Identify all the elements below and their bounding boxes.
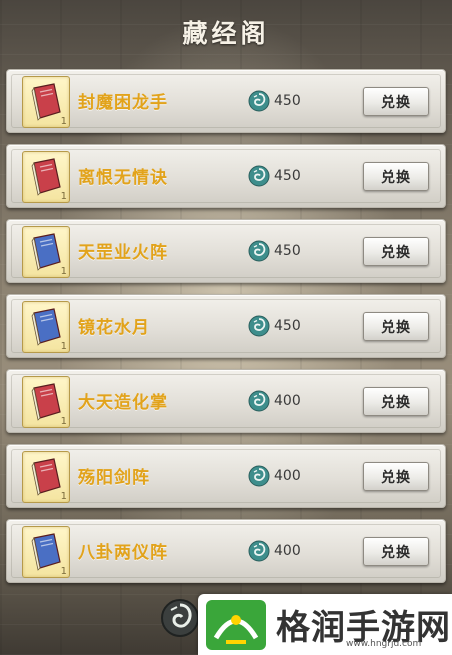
watermark-url: www.hngrjd.com bbox=[346, 639, 422, 649]
spirit-currency-icon bbox=[248, 240, 270, 262]
item-cost: 400 bbox=[248, 540, 301, 562]
watermark: 格润手游网 www.hngrjd.com bbox=[198, 594, 452, 655]
item-name: 镜花水月 bbox=[78, 318, 150, 338]
book-count: 1 bbox=[60, 116, 67, 127]
book-slot: 1 bbox=[22, 301, 70, 353]
book-slot: 1 bbox=[22, 151, 70, 203]
item-cost: 450 bbox=[248, 165, 301, 187]
book-icon bbox=[31, 158, 61, 196]
item-price: 400 bbox=[274, 468, 301, 484]
exchange-button[interactable]: 兑换 bbox=[363, 237, 429, 266]
item-name: 离恨无情诀 bbox=[78, 168, 168, 188]
page-title: 藏经阁 bbox=[182, 19, 270, 48]
exchange-row: 1 天罡业火阵 450 兑换 bbox=[6, 219, 446, 283]
spirit-currency-icon bbox=[248, 90, 270, 112]
spirit-currency-icon bbox=[161, 599, 199, 637]
book-count: 1 bbox=[60, 491, 67, 502]
book-count: 1 bbox=[60, 266, 67, 277]
exchange-button[interactable]: 兑换 bbox=[363, 312, 429, 341]
item-price: 450 bbox=[274, 318, 301, 334]
book-slot: 1 bbox=[22, 226, 70, 278]
spirit-currency-icon bbox=[248, 540, 270, 562]
item-name: 天罡业火阵 bbox=[78, 243, 168, 263]
item-price: 400 bbox=[274, 393, 301, 409]
book-slot: 1 bbox=[22, 76, 70, 128]
book-slot: 1 bbox=[22, 451, 70, 503]
spirit-currency-icon bbox=[248, 390, 270, 412]
item-name: 八卦两仪阵 bbox=[78, 543, 168, 563]
spirit-currency-icon bbox=[248, 165, 270, 187]
book-icon bbox=[31, 533, 61, 571]
spirit-currency-icon bbox=[248, 315, 270, 337]
exchange-row: 1 殇阳剑阵 400 兑换 bbox=[6, 444, 446, 508]
exchange-button[interactable]: 兑换 bbox=[363, 537, 429, 566]
spirit-currency-icon bbox=[248, 465, 270, 487]
item-cost: 450 bbox=[248, 240, 301, 262]
item-price: 450 bbox=[274, 168, 301, 184]
item-cost: 400 bbox=[248, 465, 301, 487]
book-count: 1 bbox=[60, 416, 67, 427]
book-count: 1 bbox=[60, 566, 67, 577]
book-icon bbox=[31, 233, 61, 271]
item-price: 400 bbox=[274, 543, 301, 559]
item-name: 大天造化掌 bbox=[78, 393, 168, 413]
book-slot: 1 bbox=[22, 526, 70, 578]
exchange-row: 1 镜花水月 450 兑换 bbox=[6, 294, 446, 358]
book-count: 1 bbox=[60, 191, 67, 202]
item-cost: 450 bbox=[248, 90, 301, 112]
book-icon bbox=[31, 308, 61, 346]
item-cost: 400 bbox=[248, 390, 301, 412]
book-count: 1 bbox=[60, 341, 67, 352]
book-icon bbox=[31, 83, 61, 121]
exchange-button[interactable]: 兑换 bbox=[363, 87, 429, 116]
book-icon bbox=[31, 383, 61, 421]
book-icon bbox=[31, 458, 61, 496]
exchange-row: 1 封魔困龙手 450 兑换 bbox=[6, 69, 446, 133]
exchange-button[interactable]: 兑换 bbox=[363, 162, 429, 191]
item-price: 450 bbox=[274, 93, 301, 109]
exchange-button[interactable]: 兑换 bbox=[363, 462, 429, 491]
item-name: 封魔困龙手 bbox=[78, 93, 168, 113]
exchange-row: 1 离恨无情诀 450 兑换 bbox=[6, 144, 446, 208]
exchange-row: 1 大天造化掌 400 兑换 bbox=[6, 369, 446, 433]
item-name: 殇阳剑阵 bbox=[78, 468, 150, 488]
watermark-logo-icon bbox=[206, 600, 266, 650]
exchange-list: 1 封魔困龙手 450 兑换 1 离恨无情诀 450 兑换 1 天罡业火阵 45… bbox=[6, 69, 446, 594]
item-price: 450 bbox=[274, 243, 301, 259]
item-cost: 450 bbox=[248, 315, 301, 337]
exchange-row: 1 八卦两仪阵 400 兑换 bbox=[6, 519, 446, 583]
exchange-button[interactable]: 兑换 bbox=[363, 387, 429, 416]
book-slot: 1 bbox=[22, 376, 70, 428]
